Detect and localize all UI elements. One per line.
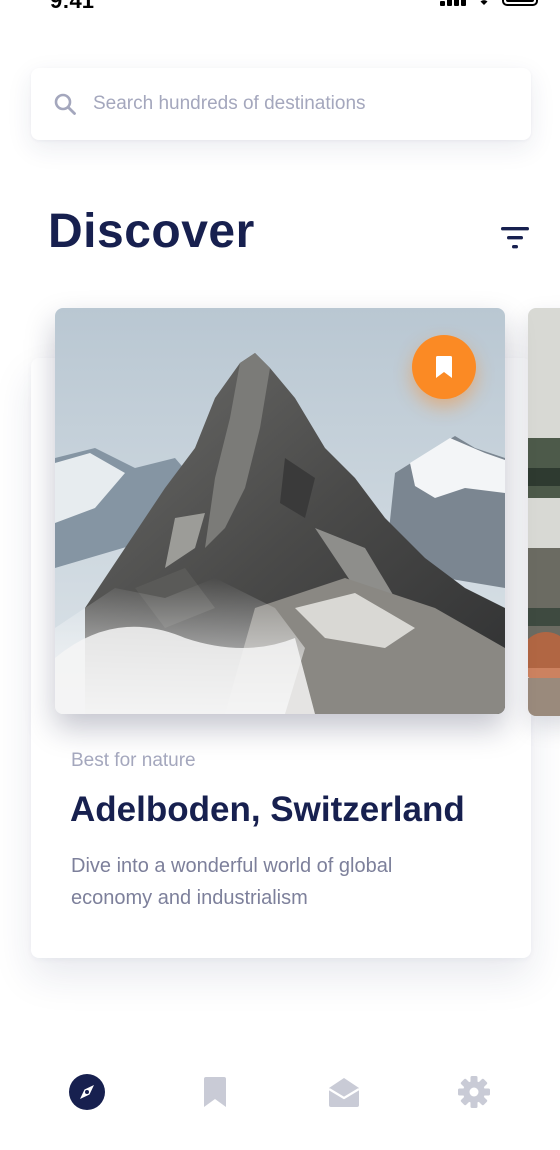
- next-card-image: [528, 308, 560, 716]
- signal-icon: [440, 0, 466, 6]
- status-time: 9:41: [50, 0, 95, 13]
- gear-icon: [458, 1076, 490, 1108]
- card-description: Dive into a wonderful world of global ec…: [71, 855, 393, 909]
- card-title: Adelboden, Switzerland: [70, 790, 465, 829]
- bookmark-icon: [436, 356, 452, 378]
- tab-inbox[interactable]: [314, 1060, 374, 1124]
- wifi-icon: [480, 0, 488, 5]
- envelope-open-icon: [328, 1078, 360, 1107]
- tab-settings[interactable]: [444, 1060, 504, 1124]
- search-input[interactable]: [93, 88, 493, 120]
- tab-saved[interactable]: [185, 1060, 245, 1124]
- search-icon: [54, 93, 76, 115]
- page-title: Discover: [48, 205, 255, 258]
- bookmark-button[interactable]: [412, 335, 476, 399]
- next-destination-card-peek[interactable]: [528, 308, 560, 716]
- battery-icon: [502, 0, 538, 6]
- card-category: Best for nature: [71, 750, 196, 771]
- filter-icon[interactable]: [500, 224, 530, 252]
- search-bar[interactable]: [31, 68, 531, 140]
- bookmark-icon: [204, 1077, 226, 1107]
- tab-bar: [0, 1060, 560, 1130]
- tab-explore[interactable]: [57, 1060, 117, 1124]
- status-bar: 9:41: [0, 0, 560, 22]
- compass-icon: [69, 1074, 105, 1110]
